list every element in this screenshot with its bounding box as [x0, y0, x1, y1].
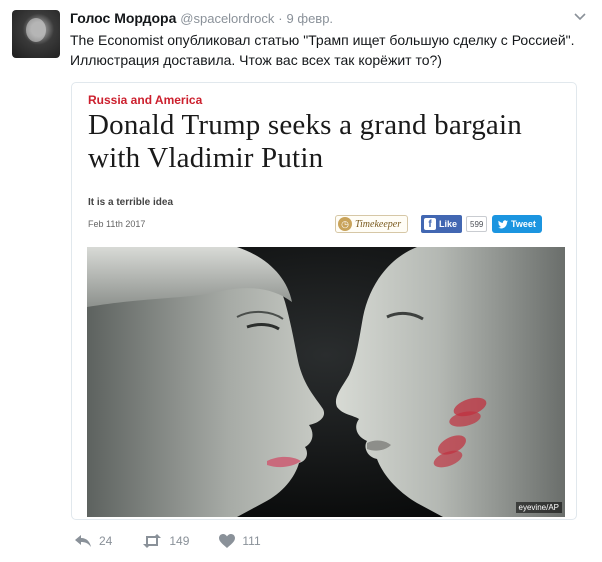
article-subhead: It is a terrible idea: [88, 197, 174, 208]
more-caret-icon[interactable]: [572, 8, 588, 24]
like-count: 111: [242, 534, 261, 548]
reply-count: 24: [99, 534, 113, 548]
avatar[interactable]: [12, 10, 60, 58]
tweet-text: The Economist опубликовал статью "Трамп …: [70, 32, 575, 68]
tweet-share-label: Tweet: [511, 219, 536, 229]
timekeeper-label: Timekeeper: [355, 218, 402, 230]
tweet-header: Голос Мордора @spacelordrock · 9 февр.: [70, 9, 333, 28]
facebook-like-count: 599: [466, 216, 488, 232]
link-card[interactable]: Russia and America Donald Trump seeks a …: [71, 82, 577, 520]
timekeeper-icon: ◷: [338, 217, 352, 231]
tweet-timestamp[interactable]: 9 февр.: [287, 11, 334, 26]
reply-icon: [75, 535, 91, 547]
article-headline: Donald Trump seeks a grand bargain with …: [88, 109, 522, 174]
retweet-count: 149: [169, 534, 190, 548]
facebook-icon: f: [424, 218, 436, 230]
facebook-like-widget: f Like 599: [421, 215, 488, 233]
twitter-bird-icon: [498, 219, 508, 228]
like-action[interactable]: 111: [219, 534, 261, 548]
retweet-action[interactable]: 149: [142, 534, 189, 548]
tweet-actions: 24 149 111: [74, 534, 291, 548]
retweet-icon: [143, 534, 162, 548]
tweet-share-button[interactable]: Tweet: [492, 215, 542, 233]
header-separator: ·: [278, 11, 283, 26]
article-date: Feb 11th 2017: [88, 219, 146, 229]
facebook-like-button[interactable]: f Like: [421, 215, 463, 233]
author-name[interactable]: Голос Мордора: [70, 10, 176, 26]
reply-action[interactable]: 24: [74, 534, 112, 548]
heart-icon: [219, 534, 236, 548]
photo-credit: eyevine/AP: [515, 502, 562, 513]
photo-illustration: [87, 247, 565, 517]
article-kicker: Russia and America: [88, 93, 203, 107]
timekeeper-button[interactable]: ◷ Timekeeper: [335, 215, 409, 233]
author-handle[interactable]: @spacelordrock: [180, 11, 274, 26]
facebook-like-label: Like: [439, 219, 458, 229]
tweet: Голос Мордора @spacelordrock · 9 февр. T…: [0, 0, 602, 562]
article-photo[interactable]: eyevine/AP: [87, 247, 565, 517]
